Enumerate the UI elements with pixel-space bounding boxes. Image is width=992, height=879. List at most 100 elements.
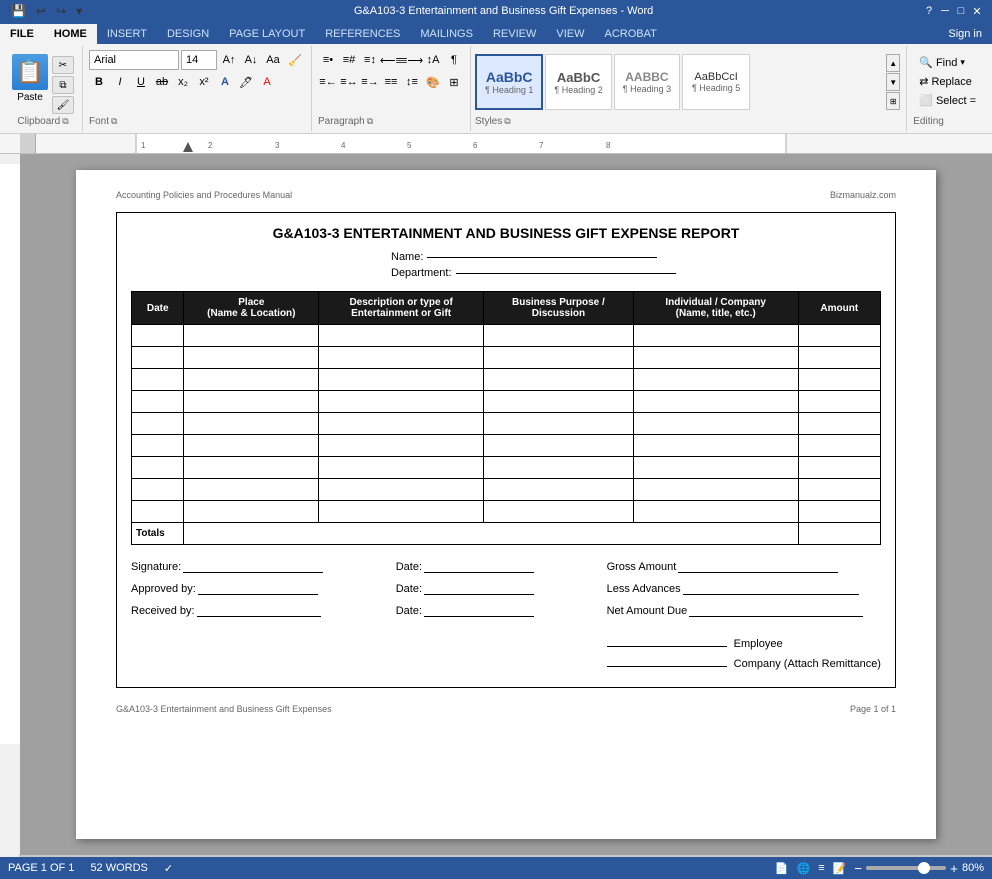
view-draft-icon[interactable]: 📝 [833, 862, 847, 875]
font-name-input[interactable] [89, 50, 179, 70]
format-painter-button[interactable]: 🖌 [52, 96, 74, 114]
horizontal-ruler: 1 2 3 4 5 6 7 8 [0, 134, 992, 154]
show-formatting-button[interactable]: ¶ [444, 50, 464, 70]
tab-design[interactable]: DESIGN [157, 24, 219, 44]
copy-button[interactable]: ⧉ [52, 76, 74, 94]
date-label-1: Date: [396, 561, 422, 573]
zoom-out-button[interactable]: − [854, 861, 862, 876]
replace-button[interactable]: ⇄ Replace [913, 73, 982, 90]
styles-group-label: Styles⧉ [475, 116, 902, 127]
align-right-button[interactable]: ≡→ [360, 72, 380, 92]
bullets-button[interactable]: ≡• [318, 50, 338, 70]
minimize-button[interactable]: ─ [938, 4, 952, 18]
spell-check-icon[interactable]: ✓ [164, 862, 173, 875]
totals-row: Totals [132, 523, 881, 545]
clear-format-button[interactable]: 🧹 [285, 50, 305, 70]
approved-line: Approved by: [131, 583, 323, 595]
italic-button[interactable]: I [110, 72, 130, 92]
search-icon: 🔍 [919, 56, 933, 69]
highlight-button[interactable]: 🖊 [236, 72, 256, 92]
superscript-button[interactable]: x² [194, 72, 214, 92]
decrease-indent-button[interactable]: ⟵≡ [381, 50, 401, 70]
main-layout: Accounting Policies and Procedures Manua… [0, 154, 992, 857]
tab-view[interactable]: VIEW [546, 24, 594, 44]
style-heading3-button[interactable]: AABBC ¶ Heading 3 [614, 54, 680, 110]
redo-button[interactable]: ↪ [53, 3, 69, 19]
col-amount: Amount [798, 292, 880, 325]
tab-review[interactable]: REVIEW [483, 24, 546, 44]
styles-scroll-up-button[interactable]: ▲ [886, 54, 900, 72]
col-place: Place(Name & Location) [184, 292, 319, 325]
table-row [132, 347, 881, 369]
window-title: G&A103-3 Entertainment and Business Gift… [85, 5, 922, 17]
select-button[interactable]: ⬜ Select = [913, 92, 982, 109]
zoom-controls[interactable]: − + 80% [854, 861, 984, 876]
company-label: Company (Attach Remittance) [734, 658, 881, 670]
strikethrough-button[interactable]: ab [152, 72, 172, 92]
style-heading2-button[interactable]: AaBbC ¶ Heading 2 [545, 54, 611, 110]
maximize-button[interactable]: □ [954, 4, 968, 18]
received-line: Received by: [131, 605, 323, 617]
view-print-icon[interactable]: 📄 [775, 862, 789, 875]
signature-section: Signature: Approved by: Received by: [131, 561, 881, 675]
more-button[interactable]: ▾ [73, 3, 85, 19]
clipboard-group: 📋 Paste ✂ ⧉ 🖌 Clipboard ⧉ [4, 46, 83, 131]
save-button[interactable]: 💾 [8, 3, 29, 19]
view-web-icon[interactable]: 🌐 [797, 862, 811, 875]
quick-access-toolbar[interactable]: 💾 ↩ ↪ ▾ [8, 3, 85, 19]
date-underline-1 [424, 572, 534, 573]
subscript-button[interactable]: x₂ [173, 72, 193, 92]
tab-file[interactable]: FILE [0, 24, 44, 44]
form-fields: Name: Department: [131, 251, 881, 283]
tab-page-layout[interactable]: PAGE LAYOUT [219, 24, 315, 44]
tab-insert[interactable]: INSERT [97, 24, 157, 44]
font-size-input[interactable] [181, 50, 217, 70]
ruler-bar[interactable]: 1 2 3 4 5 6 7 8 [36, 134, 992, 153]
change-case-button[interactable]: Aa [263, 50, 283, 70]
font-group: A↑ A↓ Aa 🧹 B I U ab x₂ x² A 🖊 A Font⧉ [83, 46, 312, 131]
grow-font-button[interactable]: A↑ [219, 50, 239, 70]
received-underline [197, 616, 321, 617]
shading-button[interactable]: 🎨 [423, 72, 443, 92]
date-label-3: Date: [396, 605, 422, 617]
font-color-button[interactable]: A [257, 72, 277, 92]
table-row [132, 369, 881, 391]
tab-references[interactable]: REFERENCES [315, 24, 410, 44]
find-button[interactable]: 🔍 Find ▾ [913, 54, 982, 71]
help-button[interactable]: ? [922, 4, 936, 18]
header-left: Accounting Policies and Procedures Manua… [116, 190, 292, 200]
numbering-button[interactable]: ≡# [339, 50, 359, 70]
signature-label: Signature: [131, 561, 181, 573]
paste-button[interactable]: 📋 Paste [12, 54, 48, 103]
align-center-button[interactable]: ≡↔ [339, 72, 359, 92]
align-left-button[interactable]: ≡← [318, 72, 338, 92]
borders-button[interactable]: ⊞ [444, 72, 464, 92]
shrink-font-button[interactable]: A↓ [241, 50, 261, 70]
undo-button[interactable]: ↩ [33, 3, 49, 19]
styles-scroll-down-button[interactable]: ▼ [886, 73, 900, 91]
underline-button[interactable]: U [131, 72, 151, 92]
cut-button[interactable]: ✂ [52, 56, 74, 74]
svg-text:6: 6 [473, 141, 478, 150]
view-outline-icon[interactable]: ≡ [818, 862, 824, 874]
zoom-slider[interactable] [866, 866, 946, 870]
line-spacing-button[interactable]: ↕≡ [402, 72, 422, 92]
style-heading5-button[interactable]: AaBbCcI ¶ Heading 5 [682, 54, 750, 110]
increase-indent-button[interactable]: ≡⟶ [402, 50, 422, 70]
bold-button[interactable]: B [89, 72, 109, 92]
justify-button[interactable]: ≡≡ [381, 72, 401, 92]
text-effect-button[interactable]: A [215, 72, 235, 92]
net-label: Net Amount Due [607, 605, 688, 617]
sign-in-button[interactable]: Sign in [938, 24, 992, 44]
clipboard-label: Clipboard ⧉ [17, 116, 68, 127]
close-button[interactable]: ✕ [970, 4, 984, 18]
sort-button[interactable]: ↕A [423, 50, 443, 70]
tab-acrobat[interactable]: ACROBAT [594, 24, 666, 44]
tab-home[interactable]: HOME [44, 24, 97, 44]
signature-underline [183, 572, 323, 573]
multilevel-button[interactable]: ≡↕ [360, 50, 380, 70]
style-heading1-button[interactable]: AaBbC ¶ Heading 1 [475, 54, 543, 110]
styles-more-button[interactable]: ⊞ [886, 92, 900, 110]
tab-mailings[interactable]: MAILINGS [410, 24, 483, 44]
zoom-in-button[interactable]: + [950, 861, 958, 876]
